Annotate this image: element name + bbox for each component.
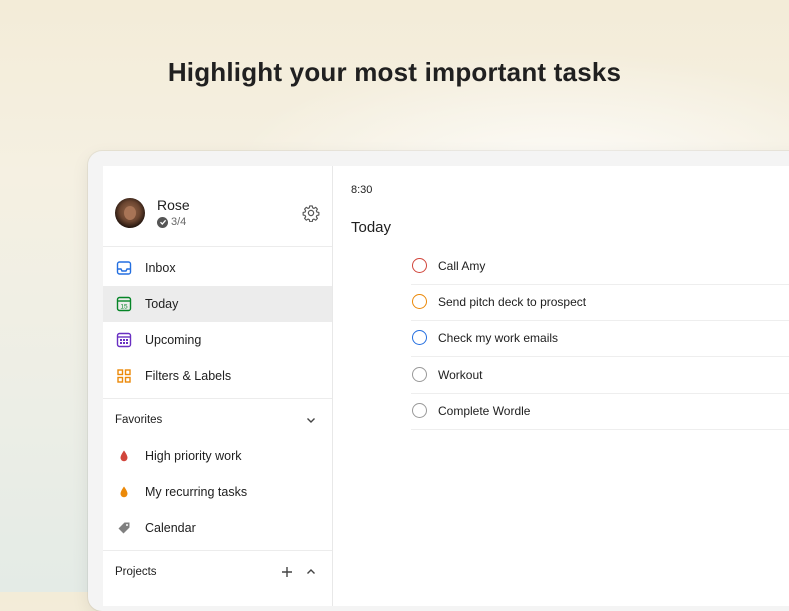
sidebar-item-upcoming[interactable]: Upcoming [103, 322, 332, 358]
karma-count: 3/4 [171, 216, 187, 228]
task-label: Check my work emails [438, 331, 559, 345]
task-checkbox[interactable] [412, 403, 427, 418]
page-headline: Highlight your most important tasks [167, 57, 622, 87]
karma-badge: 3/4 [157, 216, 186, 228]
status-time: 8:30 [351, 184, 373, 196]
inbox-icon [116, 261, 132, 275]
app-screen: Rose 3/4 Inbox 15 Today Upcoming Filters… [103, 166, 789, 606]
add-project-icon[interactable] [280, 565, 294, 579]
sidebar-item-label: Filters & Labels [145, 369, 232, 383]
sidebar-item-inbox[interactable]: Inbox [103, 250, 332, 286]
task-checkbox[interactable] [412, 330, 427, 345]
favorites-heading: Favorites [115, 414, 163, 426]
task-checkbox[interactable] [412, 258, 427, 273]
drop-icon [120, 450, 128, 462]
sidebar-item-label: Today [145, 297, 179, 311]
task-label: Complete Wordle [438, 404, 531, 418]
task-checkbox[interactable] [412, 367, 427, 382]
sidebar-item-label: Upcoming [145, 333, 202, 347]
main-content: 8:30 Today Call Amy Send pitch deck to p… [333, 166, 789, 606]
avatar[interactable] [115, 198, 145, 228]
filters-labels-icon [117, 369, 131, 383]
chevron-up-icon[interactable] [304, 565, 318, 579]
chevron-down-icon[interactable] [304, 413, 318, 427]
sidebar: Rose 3/4 Inbox 15 Today Upcoming Filters… [103, 166, 333, 606]
task-row[interactable]: Check my work emails [411, 320, 789, 357]
user-name: Rose [157, 197, 190, 213]
check-circle-icon [157, 216, 168, 228]
task-checkbox[interactable] [412, 294, 427, 309]
sidebar-item-label: Inbox [145, 261, 176, 275]
favorite-item-label: High priority work [145, 449, 242, 463]
gear-icon[interactable] [302, 204, 320, 222]
task-label: Workout [438, 368, 483, 382]
favorite-item-high-priority-work[interactable]: High priority work [103, 438, 332, 474]
calendar-upcoming-icon [116, 332, 132, 348]
divider [103, 398, 332, 399]
calendar-today-icon: 15 [116, 296, 132, 312]
svg-text:15: 15 [120, 304, 128, 311]
task-row[interactable]: Send pitch deck to prospect [411, 284, 789, 321]
divider [103, 550, 332, 551]
label-tag-icon [118, 522, 130, 534]
drop-icon [120, 486, 128, 498]
sidebar-item-filters-labels[interactable]: Filters & Labels [103, 358, 332, 394]
sidebar-item-today[interactable]: 15 Today [103, 286, 332, 322]
task-row[interactable]: Complete Wordle [411, 393, 789, 430]
task-label: Send pitch deck to prospect [438, 295, 587, 309]
profile-header[interactable]: Rose 3/4 [103, 166, 332, 247]
favorite-item-label: Calendar [145, 521, 196, 535]
task-label: Call Amy [438, 259, 486, 273]
favorite-item-my-recurring-tasks[interactable]: My recurring tasks [103, 474, 332, 510]
favorite-item-calendar[interactable]: Calendar [103, 510, 332, 546]
task-row[interactable]: Workout [411, 357, 789, 394]
task-row[interactable]: Call Amy [411, 248, 789, 285]
favorite-item-label: My recurring tasks [145, 485, 248, 499]
projects-heading: Projects [115, 566, 157, 578]
page-title: Today [351, 219, 392, 236]
